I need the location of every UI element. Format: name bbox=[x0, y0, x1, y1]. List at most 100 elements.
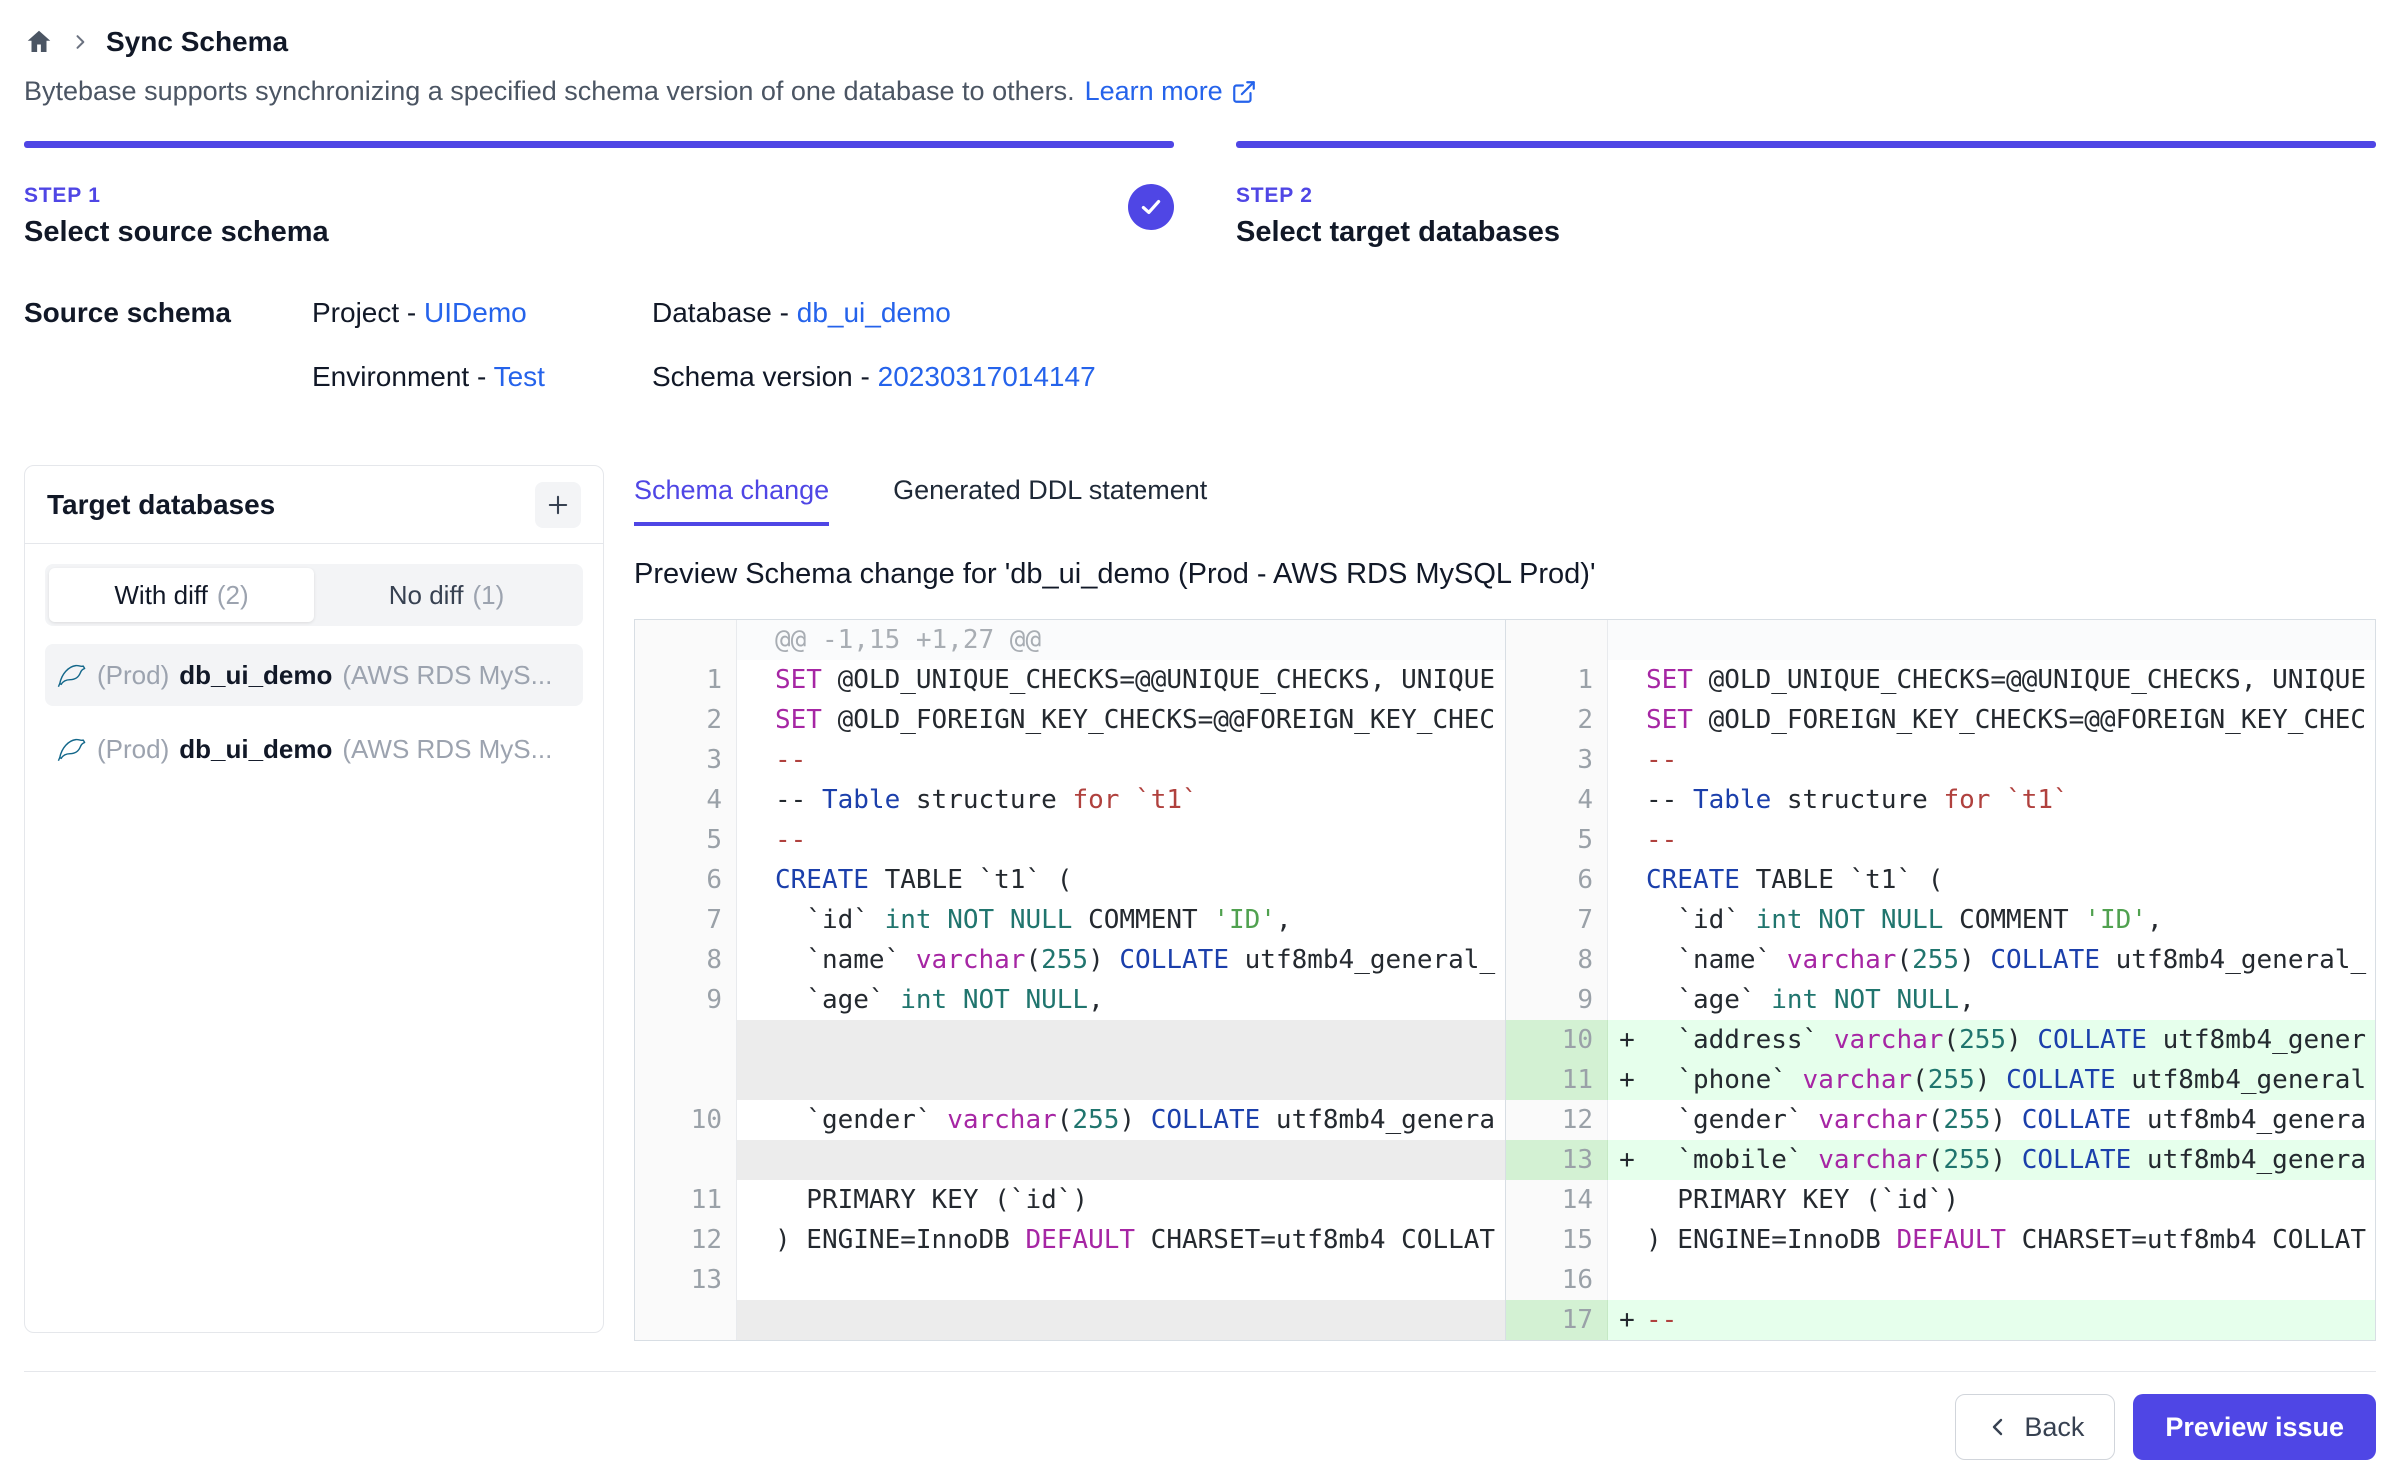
add-target-database-button[interactable] bbox=[535, 482, 581, 528]
line-number: 7 bbox=[635, 900, 737, 940]
code-line bbox=[775, 1260, 1505, 1300]
tab-generated-ddl[interactable]: Generated DDL statement bbox=[893, 475, 1207, 526]
code-line: `phone` varchar(255) COLLATE utf8mb4_gen… bbox=[1646, 1060, 2375, 1100]
tab-no-diff[interactable]: No diff (1) bbox=[314, 568, 579, 622]
diff-marker bbox=[737, 620, 775, 660]
diff-row: 8 `name` varchar(255) COLLATE utf8mb4_ge… bbox=[635, 940, 1505, 980]
diff-marker: + bbox=[1608, 1300, 1646, 1340]
code-line: SET @OLD_FOREIGN_KEY_CHECKS=@@FOREIGN_KE… bbox=[775, 700, 1505, 740]
line-number: 2 bbox=[635, 700, 737, 740]
line-number: 10 bbox=[635, 1100, 737, 1140]
db-environment: (Prod) bbox=[97, 660, 169, 691]
project-link[interactable]: UIDemo bbox=[424, 297, 527, 328]
code-line: SET @OLD_UNIQUE_CHECKS=@@UNIQUE_CHECKS, … bbox=[775, 660, 1505, 700]
preview-issue-button[interactable]: Preview issue bbox=[2133, 1394, 2376, 1460]
code-line: `gender` varchar(255) COLLATE utf8mb4_ge… bbox=[1646, 1100, 2375, 1140]
diff-row bbox=[635, 1020, 1505, 1060]
diff-marker: + bbox=[1608, 1020, 1646, 1060]
back-button[interactable]: Back bbox=[1955, 1394, 2115, 1460]
page-title: Sync Schema bbox=[106, 26, 288, 58]
line-number bbox=[635, 1020, 737, 1060]
line-number: 14 bbox=[1506, 1180, 1608, 1220]
code-line: `age` int NOT NULL, bbox=[1646, 980, 2375, 1020]
code-line: CREATE TABLE `t1` ( bbox=[775, 860, 1505, 900]
line-number: 10 bbox=[1506, 1020, 1608, 1060]
preview-issue-label: Preview issue bbox=[2165, 1412, 2344, 1443]
code-line: SET @OLD_UNIQUE_CHECKS=@@UNIQUE_CHECKS, … bbox=[1646, 660, 2375, 700]
line-number: 5 bbox=[635, 820, 737, 860]
diff-marker bbox=[1608, 940, 1646, 980]
diff-marker bbox=[737, 940, 775, 980]
line-number: 9 bbox=[1506, 980, 1608, 1020]
diff-marker bbox=[1608, 780, 1646, 820]
code-line: `name` varchar(255) COLLATE utf8mb4_gene… bbox=[1646, 940, 2375, 980]
step-2-label: STEP 2 bbox=[1236, 184, 1560, 208]
diff-marker bbox=[737, 1060, 775, 1100]
diff-row: 14 PRIMARY KEY (`id`) bbox=[1506, 1180, 2375, 1220]
database-label: Database - bbox=[652, 297, 797, 328]
tab-with-diff-label: With diff bbox=[114, 580, 207, 611]
external-link-icon bbox=[1231, 79, 1257, 105]
line-number: 11 bbox=[1506, 1060, 1608, 1100]
target-database-item[interactable]: (Prod) db_ui_demo (AWS RDS MyS... bbox=[45, 644, 583, 706]
diff-marker bbox=[1608, 620, 1646, 660]
code-line: SET @OLD_FOREIGN_KEY_CHECKS=@@FOREIGN_KE… bbox=[1646, 700, 2375, 740]
db-instance: (AWS RDS MyS... bbox=[342, 734, 552, 765]
diff-row: 10+ `address` varchar(255) COLLATE utf8m… bbox=[1506, 1020, 2375, 1060]
target-database-item[interactable]: (Prod) db_ui_demo (AWS RDS MyS... bbox=[45, 718, 583, 780]
intro-text: Bytebase supports synchronizing a specif… bbox=[24, 76, 2376, 107]
diff-row: 17+-- bbox=[1506, 1300, 2375, 1340]
stepper: STEP 1 Select source schema STEP 2 Selec… bbox=[24, 141, 2376, 249]
line-number: 3 bbox=[635, 740, 737, 780]
line-number: 11 bbox=[635, 1180, 737, 1220]
line-number: 9 bbox=[635, 980, 737, 1020]
diff-row: 1SET @OLD_UNIQUE_CHECKS=@@UNIQUE_CHECKS,… bbox=[635, 660, 1505, 700]
line-number: 13 bbox=[635, 1260, 737, 1300]
line-number: 16 bbox=[1506, 1260, 1608, 1300]
diff-row: 13 bbox=[635, 1260, 1505, 1300]
schema-version-link[interactable]: 20230317014147 bbox=[878, 361, 1096, 392]
diff-marker bbox=[1608, 860, 1646, 900]
diff-row: 2SET @OLD_FOREIGN_KEY_CHECKS=@@FOREIGN_K… bbox=[1506, 700, 2375, 740]
diff-row: 5-- bbox=[1506, 820, 2375, 860]
main-content: Target databases With diff (2) No diff (… bbox=[24, 465, 2376, 1341]
home-icon[interactable] bbox=[24, 27, 54, 57]
diff-row: @@ -1,15 +1,27 @@ bbox=[635, 620, 1505, 660]
source-schema-summary: Source schema Project - UIDemo Environme… bbox=[24, 293, 2376, 421]
breadcrumb: Sync Schema bbox=[24, 18, 2376, 66]
diff-marker bbox=[1608, 1100, 1646, 1140]
diff-row: 13+ `mobile` varchar(255) COLLATE utf8mb… bbox=[1506, 1140, 2375, 1180]
line-number: 7 bbox=[1506, 900, 1608, 940]
diff-marker bbox=[737, 700, 775, 740]
diff-row: 5-- bbox=[635, 820, 1505, 860]
mysql-icon bbox=[57, 660, 87, 690]
target-databases-panel: Target databases With diff (2) No diff (… bbox=[24, 465, 604, 1333]
diff-row: 2 SET @OLD_FOREIGN_KEY_CHECKS=@@FOREIGN_K… bbox=[635, 700, 1505, 740]
tab-with-diff-count: (2) bbox=[217, 580, 249, 611]
schema-version-label: Schema version - bbox=[652, 361, 878, 392]
database-link[interactable]: db_ui_demo bbox=[797, 297, 951, 328]
check-icon bbox=[1138, 194, 1164, 220]
diff-row: 15) ENGINE=InnoDB DEFAULT CHARSET=utf8mb… bbox=[1506, 1220, 2375, 1260]
db-instance: (AWS RDS MyS... bbox=[342, 660, 552, 691]
line-number bbox=[635, 1300, 737, 1340]
chevron-right-icon bbox=[70, 32, 90, 52]
diff-row: 16 bbox=[1506, 1260, 2375, 1300]
code-line: CREATE TABLE `t1` ( bbox=[1646, 860, 2375, 900]
diff-pane-target: 1SET @OLD_UNIQUE_CHECKS=@@UNIQUE_CHECKS,… bbox=[1505, 620, 2375, 1340]
diff-row: 7 `id` int NOT NULL COMMENT 'ID', bbox=[1506, 900, 2375, 940]
line-number: 4 bbox=[635, 780, 737, 820]
tab-schema-change[interactable]: Schema change bbox=[634, 475, 829, 526]
diff-marker bbox=[737, 1140, 775, 1180]
diff-marker bbox=[737, 980, 775, 1020]
environment-link[interactable]: Test bbox=[494, 361, 545, 392]
diff-row: 8 `name` varchar(255) COLLATE utf8mb4_ge… bbox=[1506, 940, 2375, 980]
diff-row bbox=[1506, 620, 2375, 660]
tab-with-diff[interactable]: With diff (2) bbox=[49, 568, 314, 622]
learn-more-link[interactable]: Learn more bbox=[1085, 76, 1257, 107]
code-line: `id` int NOT NULL COMMENT 'ID', bbox=[1646, 900, 2375, 940]
diff-row: 9 `age` int NOT NULL, bbox=[1506, 980, 2375, 1020]
tab-no-diff-count: (1) bbox=[472, 580, 504, 611]
step-1-progress-bar bbox=[24, 141, 1174, 148]
line-number: 12 bbox=[1506, 1100, 1608, 1140]
